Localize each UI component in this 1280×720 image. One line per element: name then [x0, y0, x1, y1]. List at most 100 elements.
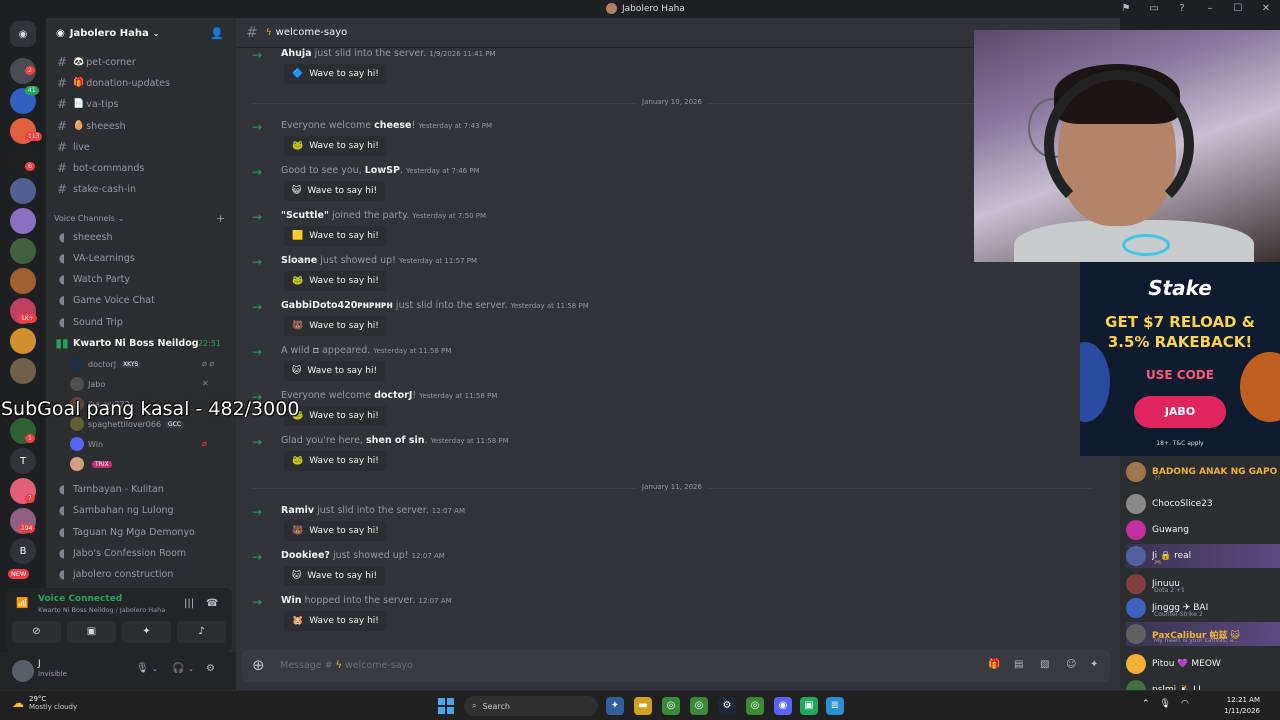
sticker-icon[interactable]: ▧: [1040, 659, 1049, 670]
wave-button[interactable]: 🐱 Wave to say hi!: [284, 361, 386, 381]
notepad-icon[interactable]: ≣: [826, 697, 844, 715]
voice-channel-item[interactable]: ◖ Sambahan ng Lulong: [54, 500, 229, 520]
channel-item[interactable]: # 📄 va-tips: [54, 94, 229, 114]
server-icon[interactable]: [10, 238, 36, 264]
voice-channel-item[interactable]: ◖ Watch Party: [54, 269, 229, 289]
member-item[interactable]: Pitou 💜 MEOW: [1126, 652, 1280, 676]
member-name[interactable]: GabbiDoto420ᴘʜᴘʜᴘʜ: [281, 300, 393, 311]
minimize-button[interactable]: –: [1196, 0, 1224, 18]
discord-home-icon[interactable]: ◉: [10, 21, 36, 47]
chrome-icon[interactable]: ◎: [662, 697, 680, 715]
member-name[interactable]: doctorJ: [374, 390, 412, 401]
voice-channel-item[interactable]: ◖ Tambayan - Kulitan: [54, 479, 229, 499]
add-channel-icon[interactable]: +: [216, 212, 225, 225]
voice-channel-item[interactable]: ◖ Game Voice Chat: [54, 290, 229, 310]
wave-button[interactable]: 🔷 Wave to say hi!: [284, 64, 387, 84]
channel-item[interactable]: # 🥚 sheeesh: [54, 116, 229, 136]
copilot-icon[interactable]: ✦: [606, 697, 624, 715]
windows-start-icon[interactable]: [438, 698, 454, 714]
chrome-icon[interactable]: ◎: [746, 697, 764, 715]
server-icon[interactable]: [10, 268, 36, 294]
wave-button[interactable]: 🐸 Wave to say hi!: [284, 271, 387, 291]
camera-off-button[interactable]: ⊘: [12, 621, 61, 643]
inbox-icon[interactable]: ⚑: [1112, 0, 1140, 18]
voice-user[interactable]: Jabo: [70, 375, 105, 393]
voice-user[interactable]: TRIX: [70, 455, 112, 473]
member-name[interactable]: Dookiee?: [281, 550, 330, 561]
steam-icon[interactable]: ⚙: [718, 697, 736, 715]
avatar[interactable]: [12, 660, 34, 682]
member-name[interactable]: Sloane: [281, 255, 317, 266]
member-item[interactable]: Jinuuu Dota 2 +1: [1126, 572, 1280, 596]
channel-item[interactable]: # bot-commands: [54, 158, 229, 178]
noise-suppression-icon[interactable]: |||: [184, 598, 194, 609]
wave-button[interactable]: 🐹 Wave to say hi!: [284, 611, 387, 631]
gift-icon[interactable]: 🎁: [988, 659, 1000, 670]
close-button[interactable]: ✕: [1252, 0, 1280, 18]
member-item[interactable]: PaxCalibur 帕兹 😺 My heart is your canvas, …: [1126, 622, 1280, 646]
channel-item[interactable]: # 🎁 donation-updates: [54, 73, 229, 93]
channel-item[interactable]: # stake-cash-in: [54, 179, 229, 199]
member-item[interactable]: Ji 🔒 real 🎮: [1126, 544, 1280, 568]
voice-status[interactable]: Voice Connected: [38, 594, 122, 604]
voice-channel-item[interactable]: ◖ Jabo's Confession Room: [54, 543, 229, 563]
microphone-icon[interactable]: 🎙: [1160, 699, 1171, 709]
microphone-icon[interactable]: 🎙: [136, 663, 149, 674]
pop-out-icon[interactable]: ▭: [1140, 0, 1168, 18]
server-icon[interactable]: [10, 178, 36, 204]
chrome-icon[interactable]: ◎: [690, 697, 708, 715]
voice-channel-item[interactable]: ◖ Taguan Ng Mga Demonyo: [54, 522, 229, 542]
soundboard-button[interactable]: ♪: [177, 621, 226, 643]
active-voice-channel[interactable]: ▮▮ Kwarto Ni Boss Neildog 22:51: [54, 333, 229, 353]
member-item[interactable]: Jinggg ✈ BAI Counter-Strike 2: [1126, 596, 1280, 620]
member-name[interactable]: LowSP: [365, 165, 400, 176]
voice-channel-item[interactable]: ◖ sheeesh: [54, 227, 229, 247]
voice-channel-item[interactable]: ◖ Sound Trip: [54, 312, 229, 332]
help-icon[interactable]: ?: [1168, 0, 1196, 18]
voice-user[interactable]: Win: [70, 435, 103, 453]
chevron-down-icon[interactable]: ⌄: [152, 665, 158, 673]
message-composer[interactable]: ⊕ Message # ϟ welcome-sayo 🎁 ▤ ▧ ☺ ✦: [242, 650, 1110, 682]
wave-button[interactable]: 🐸 Wave to say hi!: [284, 136, 387, 156]
gear-icon[interactable]: ⚙: [206, 663, 215, 674]
member-name[interactable]: Ahuja: [281, 48, 312, 59]
wave-button[interactable]: 🐻 Wave to say hi!: [284, 316, 387, 336]
apps-icon[interactable]: ✦: [1090, 659, 1098, 670]
discord-icon[interactable]: ◉: [774, 697, 792, 715]
wifi-icon[interactable]: ◠: [1181, 699, 1189, 709]
attach-plus-icon[interactable]: ⊕: [252, 656, 265, 674]
server-icon[interactable]: [10, 358, 36, 384]
composer-placeholder[interactable]: Message # ϟ welcome-sayo: [280, 660, 413, 671]
file-explorer-icon[interactable]: ▬: [634, 697, 652, 715]
member-name[interactable]: Ramiv: [281, 505, 314, 516]
server-icon[interactable]: [10, 208, 36, 234]
app-icon[interactable]: ▣: [800, 697, 818, 715]
chevron-up-icon[interactable]: ⌃: [1142, 699, 1150, 709]
member-name[interactable]: "Scuttle": [281, 210, 329, 221]
clock[interactable]: 12:21 AM 1/11/2026: [1216, 695, 1260, 717]
member-item[interactable]: ChocoSlice23: [1126, 492, 1280, 516]
member-name[interactable]: Win: [281, 595, 302, 606]
voice-channel-item[interactable]: ◖ VA-Learnings: [54, 248, 229, 268]
voice-user[interactable]: doctorJ XKYS: [70, 355, 142, 373]
disconnect-icon[interactable]: ☎: [206, 598, 218, 609]
wave-button[interactable]: 🐱 Wave to say hi!: [284, 566, 386, 586]
member-item[interactable]: Guwang: [1126, 518, 1280, 542]
screen-share-button[interactable]: ▣: [67, 621, 116, 643]
member-item[interactable]: BADONG ANAK NG GAPO??: [1126, 460, 1280, 484]
server-letter-b[interactable]: B: [10, 538, 36, 564]
wave-button[interactable]: 🐸 Wave to say hi!: [284, 406, 387, 426]
maximize-button[interactable]: ☐: [1224, 0, 1252, 18]
invite-people-icon[interactable]: 👤: [210, 27, 224, 40]
member-name[interactable]: cheese: [374, 120, 411, 131]
activities-button[interactable]: ✦: [122, 621, 171, 643]
chevron-down-icon[interactable]: ⌄: [188, 665, 194, 673]
channel-item[interactable]: # live: [54, 137, 229, 157]
server-icon[interactable]: [10, 328, 36, 354]
taskbar-search[interactable]: ⌕ Search: [464, 696, 598, 716]
member-item[interactable]: pslmi 🐧 LI: [1126, 678, 1280, 690]
wave-button[interactable]: 😺 Wave to say hi!: [284, 181, 386, 201]
channel-item[interactable]: # 🐼 pet-corner: [54, 52, 229, 72]
gif-icon[interactable]: ▤: [1014, 659, 1023, 670]
wave-button[interactable]: 🐸 Wave to say hi!: [284, 451, 387, 471]
